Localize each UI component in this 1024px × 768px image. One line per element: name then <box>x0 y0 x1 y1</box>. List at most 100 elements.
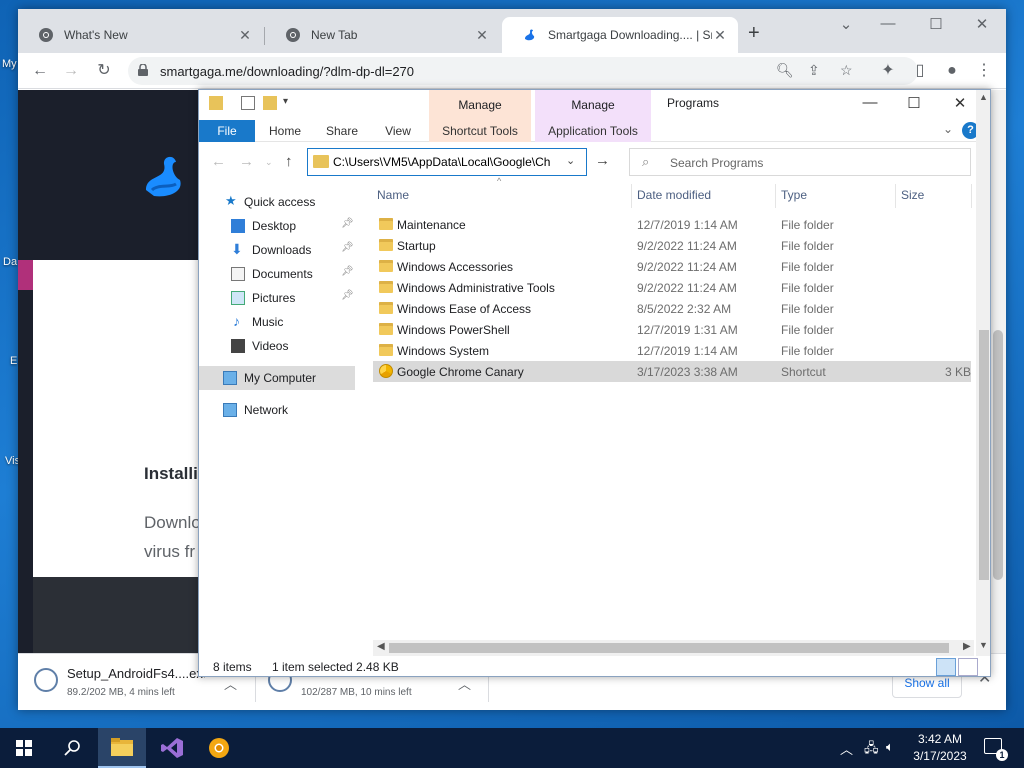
close-tab-icon[interactable]: ✕ <box>237 27 253 44</box>
scrollbar-thumb[interactable] <box>993 330 1003 580</box>
ribbon-tab-share[interactable]: Share <box>319 120 365 142</box>
nav-pictures[interactable]: Pictures 📌︎ <box>199 286 371 310</box>
page-scrollbar[interactable] <box>990 90 1006 653</box>
file-name: Windows PowerShell <box>397 323 510 337</box>
column-header-type[interactable]: Type <box>781 180 807 210</box>
column-separator[interactable] <box>895 184 896 208</box>
profile-avatar[interactable]: ● <box>942 61 962 81</box>
tab-smartgaga[interactable]: Smartgaga Downloading.... | Sm ✕ <box>502 17 738 53</box>
tab-search-icon[interactable]: ⌄ <box>826 15 866 33</box>
folder-icon <box>379 302 393 314</box>
close-tab-icon[interactable]: ✕ <box>712 27 728 44</box>
taskbar-visual-studio[interactable] <box>148 728 196 768</box>
close-window-button[interactable]: ✕ <box>962 15 1002 33</box>
scroll-left-icon[interactable]: ◀ <box>377 641 385 652</box>
column-header-date[interactable]: Date modified <box>637 180 711 210</box>
large-icons-view-icon[interactable] <box>958 658 978 676</box>
address-box[interactable]: C:\Users\VM5\AppData\Local\Google\Ch ⌄ <box>307 148 587 176</box>
horizontal-scrollbar[interactable]: ◀ ▶ <box>373 640 974 656</box>
close-tab-icon[interactable]: ✕ <box>474 27 490 44</box>
file-name: Windows Administrative Tools <box>397 281 555 295</box>
nav-my-computer[interactable]: My Computer <box>199 366 355 390</box>
taskbar-chrome-canary[interactable] <box>196 728 244 768</box>
bookmark-star-icon[interactable]: ☆ <box>840 62 853 79</box>
maximize-button[interactable]: ☐ <box>916 15 956 33</box>
new-tab-button[interactable]: + <box>748 23 760 43</box>
forward-button[interactable]: → <box>61 61 81 81</box>
nav-music[interactable]: ♪ Music <box>199 310 371 334</box>
taskbar-file-explorer[interactable] <box>98 728 146 768</box>
go-arrow-icon[interactable]: → <box>595 152 610 169</box>
column-separator[interactable] <box>971 184 972 208</box>
extensions-icon[interactable]: ✦ <box>878 61 898 81</box>
file-row[interactable]: Windows Accessories 9/2/2022 11:24 AM Fi… <box>373 256 971 277</box>
tab-new-tab[interactable]: New Tab ✕ <box>265 17 500 53</box>
minimize-button[interactable]: — <box>868 15 908 32</box>
scroll-up-icon[interactable]: ▲ <box>979 92 988 102</box>
vertical-scrollbar[interactable]: ▲ ▼ <box>976 90 990 656</box>
file-row[interactable]: Windows PowerShell 12/7/2019 1:31 AM Fil… <box>373 319 971 340</box>
search-box[interactable]: ⌕ Search Programs <box>629 148 971 176</box>
file-row[interactable]: Startup 9/2/2022 11:24 AM File folder <box>373 235 971 256</box>
file-row[interactable]: Windows Administrative Tools 9/2/2022 11… <box>373 277 971 298</box>
column-separator[interactable] <box>775 184 776 208</box>
address-bar[interactable]: smartgaga.me/downloading/?dlm-dp-dl=270 … <box>128 57 918 85</box>
download-arrow-icon: ⬇ <box>231 241 243 257</box>
forward-button[interactable]: → <box>239 153 254 170</box>
tab-whats-new[interactable]: What's New ✕ <box>18 17 263 53</box>
customize-toolbar-icon[interactable]: ▾ <box>283 96 288 107</box>
ribbon-tab-file[interactable]: File <box>199 120 255 142</box>
tab-strip: What's New ✕ New Tab ✕ Smartgaga Downloa… <box>18 9 1006 53</box>
properties-icon[interactable] <box>241 96 255 110</box>
lock-icon <box>138 64 148 76</box>
zoom-search-icon[interactable]: 🔍︎ <box>776 62 794 79</box>
scroll-down-icon[interactable]: ▼ <box>979 640 988 650</box>
chevron-up-icon[interactable]: ︿ <box>840 739 853 758</box>
minimize-button[interactable]: — <box>855 94 885 111</box>
nav-videos[interactable]: Videos <box>199 334 371 358</box>
download-status: 102/287 MB, 10 mins left <box>301 687 412 698</box>
back-button[interactable]: ← <box>211 153 226 170</box>
ribbon-tab-home[interactable]: Home <box>261 120 309 142</box>
expand-ribbon-icon[interactable]: ⌄ <box>943 122 953 136</box>
nav-label: Documents <box>252 267 313 281</box>
chevron-down-icon[interactable]: ⌄ <box>566 154 575 167</box>
nav-label: Desktop <box>252 219 297 233</box>
scrollbar-thumb[interactable] <box>389 643 949 653</box>
maximize-button[interactable]: ☐ <box>899 94 929 112</box>
nav-network[interactable]: Network <box>199 398 371 422</box>
details-view-icon[interactable] <box>936 658 956 676</box>
file-row-selected[interactable]: Google Chrome Canary 3/17/2023 3:38 AM S… <box>373 361 971 382</box>
side-panel-icon[interactable]: ▯ <box>910 61 930 81</box>
nav-desktop[interactable]: Desktop 📌︎ <box>199 214 371 238</box>
share-icon[interactable]: ⇪ <box>808 62 820 79</box>
reload-button[interactable]: ↻ <box>94 61 114 81</box>
menu-kebab-icon[interactable]: ⋮ <box>974 61 994 81</box>
recent-locations-icon[interactable]: ⌄ <box>265 157 273 168</box>
column-header-name[interactable]: Name <box>377 180 409 210</box>
column-separator[interactable] <box>631 184 632 208</box>
column-header-size[interactable]: Size <box>901 180 924 210</box>
back-button[interactable]: ← <box>30 61 50 81</box>
new-folder-icon[interactable] <box>263 96 277 110</box>
up-button[interactable]: ↑ <box>285 153 293 170</box>
nav-documents[interactable]: Documents 📌︎ <box>199 262 371 286</box>
taskbar-search-button[interactable] <box>48 728 96 768</box>
ribbon-tab-view[interactable]: View <box>375 120 421 142</box>
scroll-right-icon[interactable]: ▶ <box>963 641 971 652</box>
windows-logo-icon <box>16 740 32 756</box>
system-clock[interactable]: 3:42 AM 3/17/2023 <box>905 731 975 765</box>
file-row[interactable]: Windows System 12/7/2019 1:14 AM File fo… <box>373 340 971 361</box>
nav-downloads[interactable]: ⬇ Downloads 📌︎ <box>199 238 371 262</box>
start-button[interactable] <box>0 728 48 768</box>
close-window-button[interactable]: ✕ <box>945 94 975 112</box>
network-status-icon[interactable]: 🖧︎ <box>864 739 879 761</box>
ribbon-tab-application-tools[interactable]: Application Tools <box>535 120 651 142</box>
file-name: Windows Ease of Access <box>397 302 532 316</box>
file-row[interactable]: Maintenance 12/7/2019 1:14 AM File folde… <box>373 214 971 235</box>
scrollbar-thumb[interactable] <box>979 330 989 580</box>
ribbon-tab-shortcut-tools[interactable]: Shortcut Tools <box>429 120 531 142</box>
file-row[interactable]: Windows Ease of Access 8/5/2022 2:32 AM … <box>373 298 971 319</box>
nav-quick-access[interactable]: ★ Quick access <box>199 190 371 214</box>
volume-icon[interactable]: 🔈︎ <box>886 739 894 755</box>
